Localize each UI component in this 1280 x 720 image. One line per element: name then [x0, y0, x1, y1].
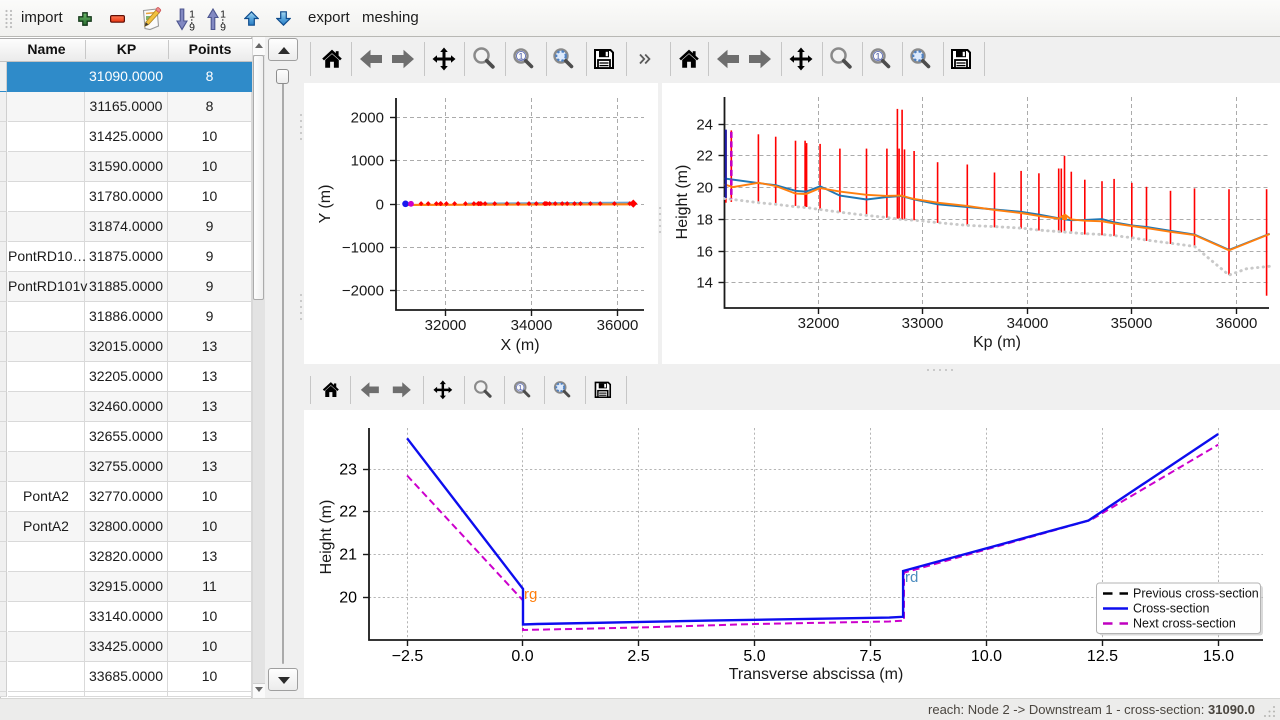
svg-text:21: 21: [339, 547, 357, 564]
svg-text:1: 1: [189, 9, 195, 21]
svg-text:Kp (m): Kp (m): [973, 334, 1021, 351]
svg-text:Previous cross-section: Previous cross-section: [1133, 587, 1259, 601]
svg-text:rd: rd: [905, 569, 918, 586]
svg-text:Height (m): Height (m): [674, 165, 691, 240]
svg-text:20: 20: [339, 590, 357, 607]
svg-text:34000: 34000: [1007, 315, 1049, 332]
svg-text:14: 14: [696, 275, 713, 292]
svg-text:5.0: 5.0: [743, 648, 765, 665]
svg-text:2000: 2000: [351, 110, 384, 127]
svg-text:Transverse abscissa (m): Transverse abscissa (m): [729, 666, 904, 683]
svg-text:16: 16: [696, 244, 713, 261]
svg-text:24: 24: [696, 117, 713, 134]
svg-text:22: 22: [339, 504, 357, 521]
svg-text:34000: 34000: [511, 317, 553, 334]
svg-text:32000: 32000: [798, 315, 840, 332]
svg-text:36000: 36000: [1216, 315, 1258, 332]
svg-text:1000: 1000: [351, 153, 384, 170]
svg-text:35000: 35000: [1111, 315, 1153, 332]
svg-text:0: 0: [376, 197, 384, 214]
svg-text:0.0: 0.0: [511, 648, 533, 665]
svg-text:36000: 36000: [597, 317, 639, 334]
svg-text:33000: 33000: [902, 315, 944, 332]
svg-text:−2000: −2000: [342, 283, 384, 300]
svg-text:7.5: 7.5: [859, 648, 881, 665]
svg-text:20: 20: [696, 180, 713, 197]
svg-text:15.0: 15.0: [1203, 648, 1234, 665]
svg-text:Next cross-section: Next cross-section: [1133, 617, 1236, 631]
svg-text:X (m): X (m): [500, 337, 539, 354]
svg-text:−2.5: −2.5: [392, 648, 424, 665]
svg-text:10.0: 10.0: [971, 648, 1002, 665]
svg-text:12.5: 12.5: [1087, 648, 1118, 665]
svg-text:2.5: 2.5: [627, 648, 649, 665]
svg-text:rg: rg: [524, 586, 537, 603]
svg-text:1: 1: [220, 9, 226, 21]
svg-text:Y (m): Y (m): [317, 185, 334, 224]
svg-text:22: 22: [696, 148, 713, 165]
svg-text:Height (m): Height (m): [318, 500, 335, 575]
svg-text:−1000: −1000: [342, 240, 384, 257]
svg-text:23: 23: [339, 462, 357, 479]
svg-text:18: 18: [696, 212, 713, 229]
svg-text:Cross-section: Cross-section: [1133, 602, 1209, 616]
svg-text:32000: 32000: [425, 317, 467, 334]
